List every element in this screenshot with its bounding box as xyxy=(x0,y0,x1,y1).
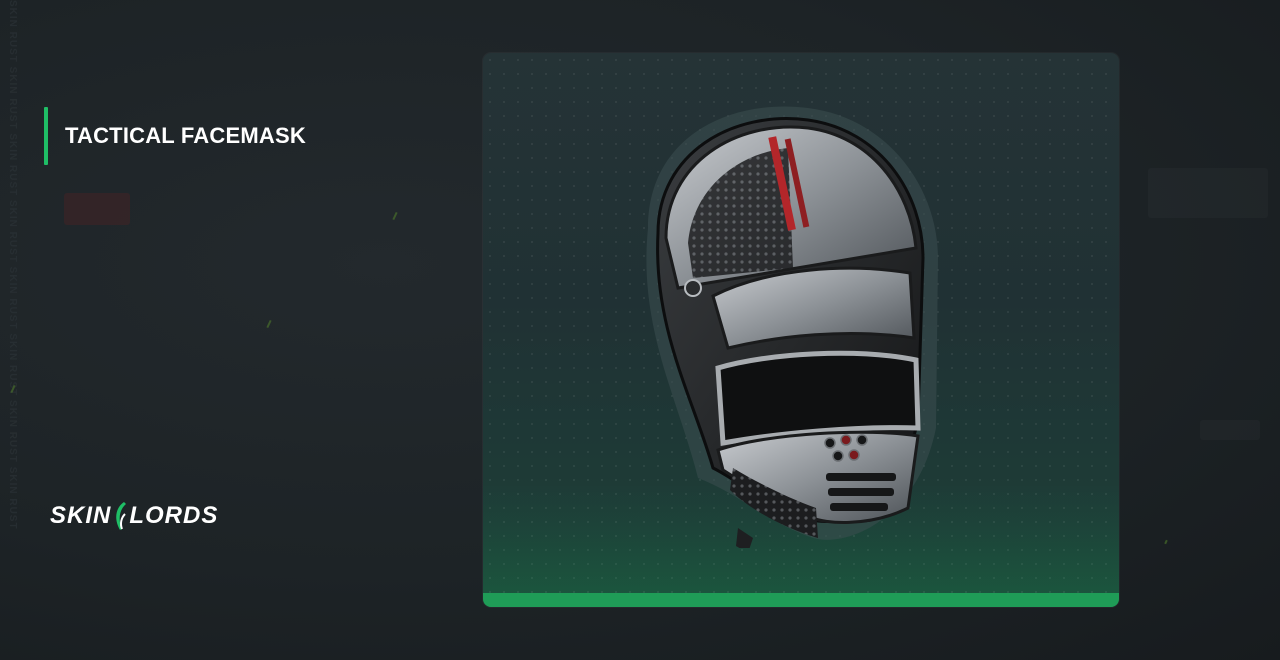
background-ghost-element xyxy=(1200,420,1260,440)
background-speck xyxy=(1164,539,1168,545)
background-ghost-element xyxy=(1148,168,1268,218)
background-watermark: SKIN RUST SKIN RUST SKIN RUST SKIN RUST … xyxy=(7,0,18,530)
skinlords-mark-icon xyxy=(116,502,127,530)
brand-logo: SKIN LORDS xyxy=(50,498,218,534)
brand-logo-left-text: SKIN xyxy=(50,502,112,529)
title-accent-bar xyxy=(44,107,48,165)
item-title: TACTICAL FACEMASK xyxy=(65,123,306,148)
brand-logo-right-text: LORDS xyxy=(129,502,219,529)
tactical-facemask-helmet-image xyxy=(646,106,938,548)
card-accent-bar xyxy=(483,593,1119,607)
background-speck xyxy=(266,319,272,329)
item-preview-card xyxy=(483,53,1119,607)
background-ghost-element xyxy=(64,193,130,225)
background-speck xyxy=(392,211,398,221)
item-title-block: TACTICAL FACEMASK xyxy=(44,107,306,165)
